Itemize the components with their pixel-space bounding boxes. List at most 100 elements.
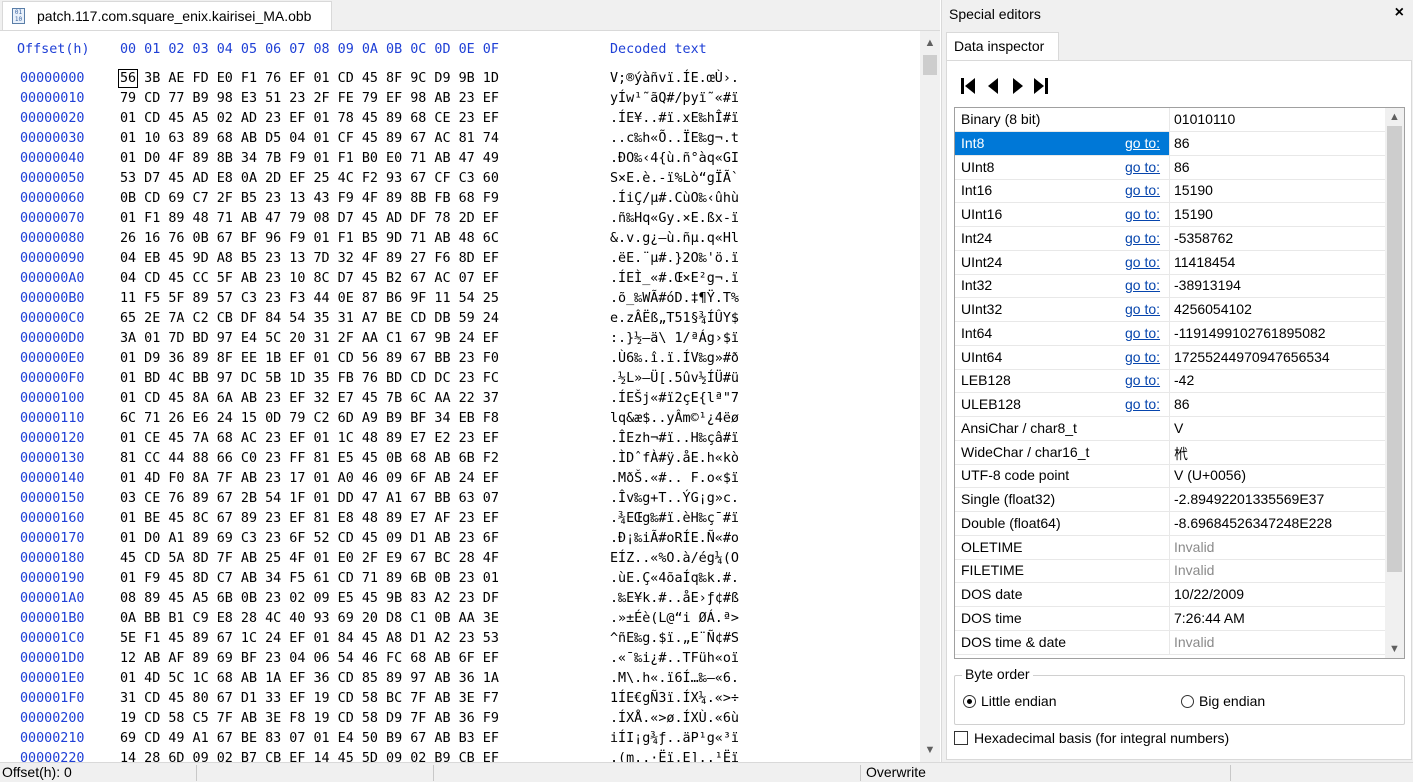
inspector-scrollbar[interactable]: ▲ ▼ [1385,108,1404,658]
hex-view[interactable]: Offset(h) 00 01 02 03 04 05 06 07 08 09 … [0,31,918,762]
inspector-value[interactable]: 㭖 [1174,444,1188,464]
row-bytes[interactable]: 3A 01 7D BD 97 E4 5C 20 31 2F AA C1 67 9… [120,330,499,348]
row-bytes[interactable]: 01 CE 45 7A 68 AC 23 EF 01 1C 48 89 E7 E… [120,430,499,448]
inspector-row[interactable]: UInt64 go to: 17255244970947656534 [955,345,1385,370]
inspector-value[interactable]: 17255244970947656534 [1174,349,1330,365]
row-decoded-text[interactable]: .»±Éè(L@“i ØÁ.ª> [610,610,739,628]
file-tab[interactable]: 01 10 patch.117.com.square_enix.kairisei_… [2,1,332,30]
row-bytes[interactable]: 14 28 6D 09 02 B7 CB EF 14 45 5D 09 02 B… [120,750,499,762]
row-decoded-text[interactable]: .ÍE¥..#ï.xE‰hÎ#ï [610,110,739,128]
inspector-row[interactable]: AnsiChar / char8_t V [955,416,1385,441]
inspector-value[interactable]: 86 [1174,159,1190,175]
goto-link[interactable]: go to: [1125,230,1160,246]
inspector-row[interactable]: WideChar / char16_t 㭖 [955,440,1385,465]
inspector-value[interactable]: Invalid [1174,634,1214,650]
row-decoded-text[interactable]: .MðŠ.«#.. F.o«$ï [610,470,739,488]
inspector-row[interactable]: FILETIME Invalid [955,559,1385,584]
row-bytes[interactable]: 03 CE 76 89 67 2B 54 1F 01 DD 47 A1 67 B… [120,490,499,508]
row-bytes[interactable]: 01 F1 89 48 71 AB 47 79 08 D7 45 AD DF 7… [120,210,499,228]
row-decoded-text[interactable]: .«¯‰i¿#..TFüh«oï [610,650,739,668]
row-decoded-text[interactable]: .½L»—Ü[.5ûv½ÍÜ#ü [610,370,739,388]
goto-link[interactable]: go to: [1125,325,1160,341]
row-decoded-text[interactable]: S×E.è.-ï%Lò“gÏÃ` [610,170,739,188]
inspector-row[interactable]: Int8 go to: 86 [955,131,1385,156]
scroll-up-icon[interactable]: ▲ [920,33,940,53]
close-icon[interactable]: × [1395,4,1404,22]
row-decoded-text[interactable]: &.v.g¿–ù.ñµ.q«Hl [610,230,739,248]
inspector-value[interactable]: -1191499102761895082 [1174,325,1326,341]
goto-link[interactable]: go to: [1125,159,1160,175]
inspector-row[interactable]: Binary (8 bit) 01010110 [955,108,1385,132]
row-decoded-text[interactable]: .ÍEŠj«#ï2çE{lª"7 [610,390,739,408]
row-decoded-text[interactable]: V;®ýàñvï.ÍE.œÙ›. [610,70,739,88]
row-bytes[interactable]: 04 EB 45 9D A8 B5 23 13 7D 32 4F 89 27 F… [120,250,499,268]
row-decoded-text[interactable]: 1ÍE€gÑ3ï.ÍX¼.«>÷ [610,690,739,708]
row-bytes[interactable]: 45 CD 5A 8D 7F AB 25 4F 01 E0 2F E9 67 B… [120,550,499,568]
inspector-value[interactable]: -42 [1174,372,1194,388]
inspector-row[interactable]: OLETIME Invalid [955,535,1385,560]
goto-link[interactable]: go to: [1125,277,1160,293]
row-decoded-text[interactable]: .(m..·Ëï.E]..¹Ëï [610,750,739,762]
row-decoded-text[interactable]: .ñ‰Hq«Gy.×E.ßx-ï [610,210,739,228]
inspector-value[interactable]: -38913194 [1174,277,1241,293]
row-decoded-text[interactable]: .Îv‰g+T..ÝG¡g»c. [610,490,739,508]
inspector-row[interactable]: UInt8 go to: 86 [955,155,1385,180]
inspector-row[interactable]: UInt16 go to: 15190 [955,203,1385,227]
inspector-row[interactable]: Int24 go to: -5358762 [955,226,1385,251]
row-bytes[interactable]: 81 CC 44 88 66 C0 23 FF 81 E5 45 0B 68 A… [120,450,499,468]
scroll-down-icon[interactable]: ▼ [1385,640,1404,658]
inspector-row[interactable]: DOS time 7:26:44 AM [955,606,1385,631]
inspector-value[interactable]: V [1174,420,1183,436]
scrollbar-thumb[interactable] [1387,126,1402,572]
row-bytes[interactable]: 01 D0 A1 89 69 C3 23 6F 52 CD 45 09 D1 A… [120,530,499,548]
row-decoded-text[interactable]: ..c‰h«Õ..ÏE‰g¬.t [610,130,739,148]
inspector-row[interactable]: DOS date 10/22/2009 [955,583,1385,607]
row-decoded-text[interactable]: iÍI¡g¾ƒ..äP¹g«³ï [610,730,739,748]
row-bytes[interactable]: 0A BB B1 C9 E8 28 4C 40 93 69 20 D8 C1 0… [120,610,499,628]
row-decoded-text[interactable]: .‰E¥k.#..åE›ƒ¢#ß [610,590,739,608]
tab-data-inspector[interactable]: Data inspector [946,32,1059,60]
row-bytes[interactable]: 01 10 63 89 68 AB D5 04 01 CF 45 89 67 A… [120,130,499,148]
inspector-value[interactable]: 01010110 [1174,111,1235,127]
row-bytes[interactable]: 08 89 45 A5 6B 0B 23 02 09 E5 45 9B 83 A… [120,590,499,608]
row-bytes[interactable]: 11 F5 5F 89 57 C3 23 F3 44 0E 87 B6 9F 1… [120,290,499,308]
row-bytes[interactable]: 53 D7 45 AD E8 0A 2D EF 25 4C F2 93 67 C… [120,170,499,188]
row-bytes[interactable]: 0B CD 69 C7 2F B5 23 13 43 F9 4F 89 8B F… [120,190,499,208]
row-bytes[interactable]: 12 AB AF 89 69 BF 23 04 06 54 46 FC 68 A… [120,650,499,668]
inspector-value[interactable]: 7:26:44 AM [1174,610,1245,626]
row-decoded-text[interactable]: .ÌDˆfÀ#ÿ.åE.h«kò [610,450,739,468]
inspector-row[interactable]: Int64 go to: -1191499102761895082 [955,321,1385,346]
last-icon[interactable] [1031,75,1053,97]
inspector-row[interactable]: UInt24 go to: 11418454 [955,250,1385,275]
next-icon[interactable] [1007,75,1029,97]
inspector-value[interactable]: 11418454 [1174,254,1235,270]
inspector-row[interactable]: ULEB128 go to: 86 [955,393,1385,417]
goto-link[interactable]: go to: [1125,254,1160,270]
goto-link[interactable]: go to: [1125,182,1160,198]
inspector-value[interactable]: -8.69684526347248E228 [1174,515,1332,531]
inspector-value[interactable]: 4256054102 [1174,301,1252,317]
row-decoded-text[interactable]: .ÍEÌ_«#.Œ×E²g¬.ï [610,270,739,288]
row-decoded-text[interactable]: .M\.h«.ï6Í…‰—«6. [610,670,739,688]
row-bytes[interactable]: 79 CD 77 B9 98 E3 51 23 2F FE 79 EF 98 A… [120,90,499,108]
row-bytes[interactable]: 19 CD 58 C5 7F AB 3E F8 19 CD 58 D9 7F A… [120,710,499,728]
row-decoded-text[interactable]: .Ù6‰.î.ï.ÍV‰g»#ð [610,350,739,368]
goto-link[interactable]: go to: [1125,135,1160,151]
inspector-row[interactable]: Double (float64) -8.69684526347248E228 [955,511,1385,536]
hex-vertical-scrollbar[interactable]: ▲ ▼ [920,31,940,762]
row-bytes[interactable]: 01 4D 5C 1C 68 AB 1A EF 36 CD 85 89 97 A… [120,670,499,688]
inspector-row[interactable]: Single (float32) -2.89492201335569E37 [955,488,1385,512]
row-decoded-text[interactable]: .ÎEzh¬#ï..H‰çâ#ï [610,430,739,448]
row-bytes[interactable]: 01 BD 4C BB 97 DC 5B 1D 35 FB 76 BD CD D… [120,370,499,388]
inspector-value[interactable]: 10/22/2009 [1174,586,1244,602]
row-bytes[interactable]: 01 CD 45 8A 6A AB 23 EF 32 E7 45 7B 6C A… [120,390,499,408]
goto-link[interactable]: go to: [1125,372,1160,388]
row-bytes[interactable]: 01 D0 4F 89 8B 34 7B F9 01 F1 B0 E0 71 A… [120,150,499,168]
row-decoded-text[interactable]: .õ_‰WÃ#óD.‡¶Ÿ.T% [610,290,739,308]
row-bytes[interactable]: 01 BE 45 8C 67 89 23 EF 81 E8 48 89 E7 A… [120,510,499,528]
scroll-up-icon[interactable]: ▲ [1385,108,1404,126]
goto-link[interactable]: go to: [1125,206,1160,222]
inspector-value[interactable]: 86 [1174,396,1190,412]
inspector-value[interactable]: Invalid [1174,562,1214,578]
scroll-down-icon[interactable]: ▼ [920,740,940,760]
